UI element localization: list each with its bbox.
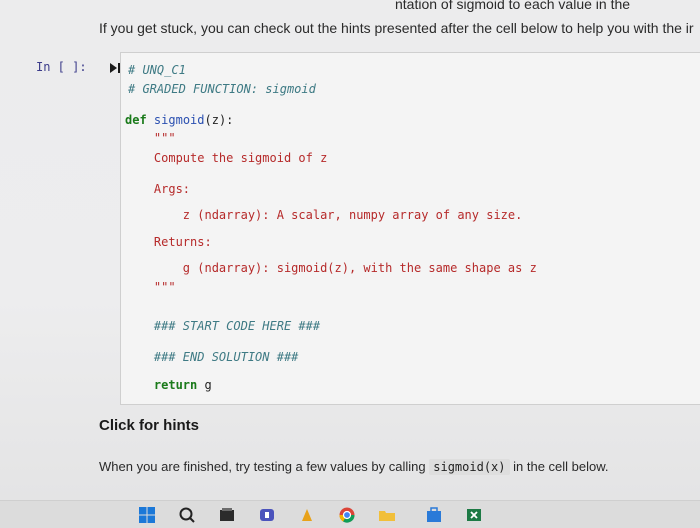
code-line-end: ### END SOLUTION ### <box>125 350 299 364</box>
hints-toggle[interactable]: Click for hints <box>99 417 199 434</box>
code-line-doc-g: g (ndarray): sigmoid(z), with the same s… <box>125 261 537 275</box>
code-line-def: def sigmoid(z): <box>125 113 234 127</box>
notebook-page: ntation of sigmoid to each value in the … <box>0 0 700 500</box>
code-line-doc-args: Args: <box>125 182 191 196</box>
run-cell-icon[interactable] <box>108 61 122 75</box>
excel-icon[interactable] <box>465 506 483 524</box>
code-line-doc-z: z (ndarray): A scalar, numpy array of an… <box>125 208 523 222</box>
intro-text: If you get stuck, you can check out the … <box>99 20 694 36</box>
taskbar <box>0 500 700 528</box>
code-line-doc-1: Compute the sigmoid of z <box>125 151 328 165</box>
windows-start-icon[interactable] <box>138 506 156 524</box>
code-line-start: ### START CODE HERE ### <box>125 319 321 333</box>
code-line-1: # UNQ_C1 <box>128 63 186 77</box>
code-line-2: # GRADED FUNCTION: sigmoid <box>128 82 316 96</box>
top-cut-text: ntation of sigmoid to each value in the <box>395 0 631 12</box>
code-line-docstring-close: """ <box>125 280 176 294</box>
inline-code: sigmoid(x) <box>429 459 510 475</box>
store-icon[interactable] <box>425 506 443 524</box>
teams-icon[interactable] <box>258 506 276 524</box>
chrome-icon[interactable] <box>338 506 356 524</box>
bottom-instruction: When you are finished, try testing a few… <box>99 459 609 475</box>
code-line-return: return g <box>153 378 212 392</box>
folder-icon[interactable] <box>378 506 396 524</box>
code-line-doc-returns: Returns: <box>125 235 212 249</box>
bottom-text-after: in the cell below. <box>513 459 609 474</box>
search-icon[interactable] <box>178 506 196 524</box>
file-explorer-icon[interactable] <box>218 506 236 524</box>
app-icon[interactable] <box>298 506 316 524</box>
code-line-docstring-open: """ <box>125 131 176 145</box>
bottom-text-before: When you are finished, try testing a few… <box>99 459 426 474</box>
cell-prompt: In [ ]: <box>36 60 87 74</box>
